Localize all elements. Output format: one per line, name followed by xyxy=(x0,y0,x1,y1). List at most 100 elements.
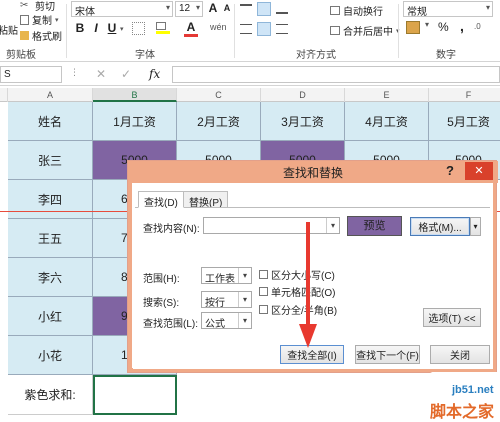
merge-center-label: 合并后居中 xyxy=(343,27,393,38)
column-header-e[interactable]: E xyxy=(345,88,429,102)
comma-button[interactable]: , xyxy=(460,18,464,34)
align-right-icon[interactable] xyxy=(276,24,288,34)
watermark-site: jb51.net xyxy=(452,384,494,396)
header-cell[interactable]: 4月工资 xyxy=(345,102,429,141)
arrow-head xyxy=(299,324,317,348)
column-header-d[interactable]: D xyxy=(261,88,345,102)
align-middle-icon[interactable] xyxy=(257,2,271,16)
format-painter-button[interactable]: 格式刷 xyxy=(20,28,62,43)
underline-button[interactable]: U xyxy=(105,21,119,35)
fill-color-swatch xyxy=(156,31,170,34)
scissors-icon: ✂ xyxy=(20,0,29,11)
cancel-icon[interactable]: ✕ xyxy=(96,67,106,81)
paste-label: 粘贴 xyxy=(0,26,18,37)
header-cell[interactable]: 3月工资 xyxy=(261,102,345,141)
column-header-f[interactable]: F xyxy=(429,88,500,102)
font-name-select[interactable]: 宋体 ▾ xyxy=(71,1,173,18)
look-in-value: 公式 xyxy=(205,319,225,330)
insert-function-icon[interactable]: fx xyxy=(149,67,160,81)
header-cell[interactable]: 1月工资 xyxy=(93,102,177,141)
name-box-value: S xyxy=(4,69,11,80)
formula-input[interactable] xyxy=(172,66,500,83)
wrap-text-button[interactable]: 自动换行 xyxy=(330,3,383,18)
number-format-select[interactable]: 常规 ▾ xyxy=(403,1,493,18)
search-label: 搜索(S): xyxy=(143,298,180,309)
close-button[interactable]: 关闭 xyxy=(430,345,490,364)
group-divider xyxy=(234,4,235,58)
search-select[interactable]: 按行 ▾ xyxy=(201,291,252,309)
fill-color-button[interactable] xyxy=(156,22,170,35)
tab-divider xyxy=(135,207,490,208)
tab-replace[interactable]: 替换(P) xyxy=(183,191,229,209)
header-cell[interactable]: 5月工资 xyxy=(429,102,500,141)
name-cell[interactable]: 李六 xyxy=(8,258,93,297)
number-format-value: 常规 xyxy=(407,7,427,18)
sum-label-cell[interactable]: 紫色求和: xyxy=(8,375,93,415)
font-size-select[interactable]: 12 ▾ xyxy=(175,1,203,17)
format-preview: 预览 xyxy=(347,216,402,236)
currency-icon[interactable] xyxy=(406,21,420,34)
phonetic-button[interactable]: wén xyxy=(210,22,227,32)
look-in-select[interactable]: 公式 ▾ xyxy=(201,312,252,330)
group-divider xyxy=(398,4,399,58)
name-cell[interactable]: 小红 xyxy=(8,297,93,336)
align-bottom-icon[interactable] xyxy=(276,4,288,14)
font-group-label: 字体 xyxy=(135,50,155,61)
name-cell[interactable]: 小花 xyxy=(8,336,93,375)
brush-icon xyxy=(20,31,29,40)
within-select[interactable]: 工作表 ▾ xyxy=(201,267,252,285)
wrap-text-label: 自动换行 xyxy=(343,7,383,18)
checkbox-box xyxy=(259,287,268,296)
column-header-c[interactable]: C xyxy=(177,88,261,102)
grow-font-button[interactable]: A xyxy=(206,1,220,15)
horizontal-align-buttons xyxy=(240,22,298,38)
header-cell[interactable]: 2月工资 xyxy=(177,102,261,141)
find-next-button[interactable]: 查找下一个(F) xyxy=(355,345,420,364)
column-header-a[interactable]: A xyxy=(8,88,93,102)
confirm-icon[interactable]: ✓ xyxy=(121,67,131,81)
help-icon[interactable]: ? xyxy=(446,163,454,178)
copy-label: 复制 xyxy=(32,16,52,27)
decimal-icon[interactable]: .0 xyxy=(474,22,481,31)
bold-button[interactable]: B xyxy=(73,21,87,35)
align-top-icon[interactable] xyxy=(240,4,252,14)
match-case-checkbox[interactable]: 区分大小写(C) xyxy=(259,267,335,282)
paste-button[interactable]: 粘贴 xyxy=(0,6,18,37)
border-icon[interactable] xyxy=(132,22,145,35)
dialog-title: 查找和替换 xyxy=(282,166,343,180)
shrink-font-button[interactable]: A xyxy=(220,3,234,13)
format-dropdown-button[interactable]: ▾ xyxy=(470,217,481,236)
paint-bucket-icon xyxy=(156,22,166,30)
group-divider xyxy=(66,4,67,58)
options-button[interactable]: 选项(T) << xyxy=(423,308,481,327)
within-label: 范围(H): xyxy=(143,274,180,285)
align-left-icon[interactable] xyxy=(240,24,252,34)
select-all-corner[interactable] xyxy=(0,88,8,102)
font-color-button[interactable]: A xyxy=(184,20,198,37)
copy-button[interactable]: 复制 ▾ xyxy=(20,12,59,27)
alignment-group-label: 对齐方式 xyxy=(296,50,336,61)
sum-result-cell[interactable] xyxy=(93,375,177,415)
align-center-icon[interactable] xyxy=(257,22,271,36)
name-cell[interactable]: 李四 xyxy=(8,180,93,219)
column-header-b[interactable]: B xyxy=(93,88,177,102)
chevron-down-icon: ▾ xyxy=(326,218,339,233)
vertical-align-buttons xyxy=(240,2,298,18)
header-cell[interactable]: 姓名 xyxy=(8,102,93,141)
italic-button[interactable]: I xyxy=(89,21,103,35)
chevron-down-icon: ▾ xyxy=(473,222,478,231)
percent-button[interactable]: % xyxy=(438,20,449,34)
column-headers: A B C D E F xyxy=(0,88,500,102)
name-cell[interactable]: 王五 xyxy=(8,219,93,258)
name-box[interactable]: S xyxy=(0,66,62,83)
dialog-titlebar[interactable]: 查找和替换 ? ✕ xyxy=(128,161,498,183)
ribbon: 粘贴 ✂ 剪切 复制 ▾ 格式刷 剪贴板 宋体 ▾ 12 ▾ A A B I U… xyxy=(0,0,500,62)
merge-center-button[interactable]: 合并后居中 ▾ xyxy=(330,23,400,38)
format-button[interactable]: 格式(M)... xyxy=(410,217,470,236)
checkbox-box xyxy=(259,270,268,279)
tab-find[interactable]: 查找(D) xyxy=(138,191,184,209)
chevron-down-icon: ▾ xyxy=(238,313,251,328)
close-icon[interactable]: ✕ xyxy=(465,162,493,180)
copy-icon xyxy=(20,14,29,25)
name-cell[interactable]: 张三 xyxy=(8,141,93,180)
